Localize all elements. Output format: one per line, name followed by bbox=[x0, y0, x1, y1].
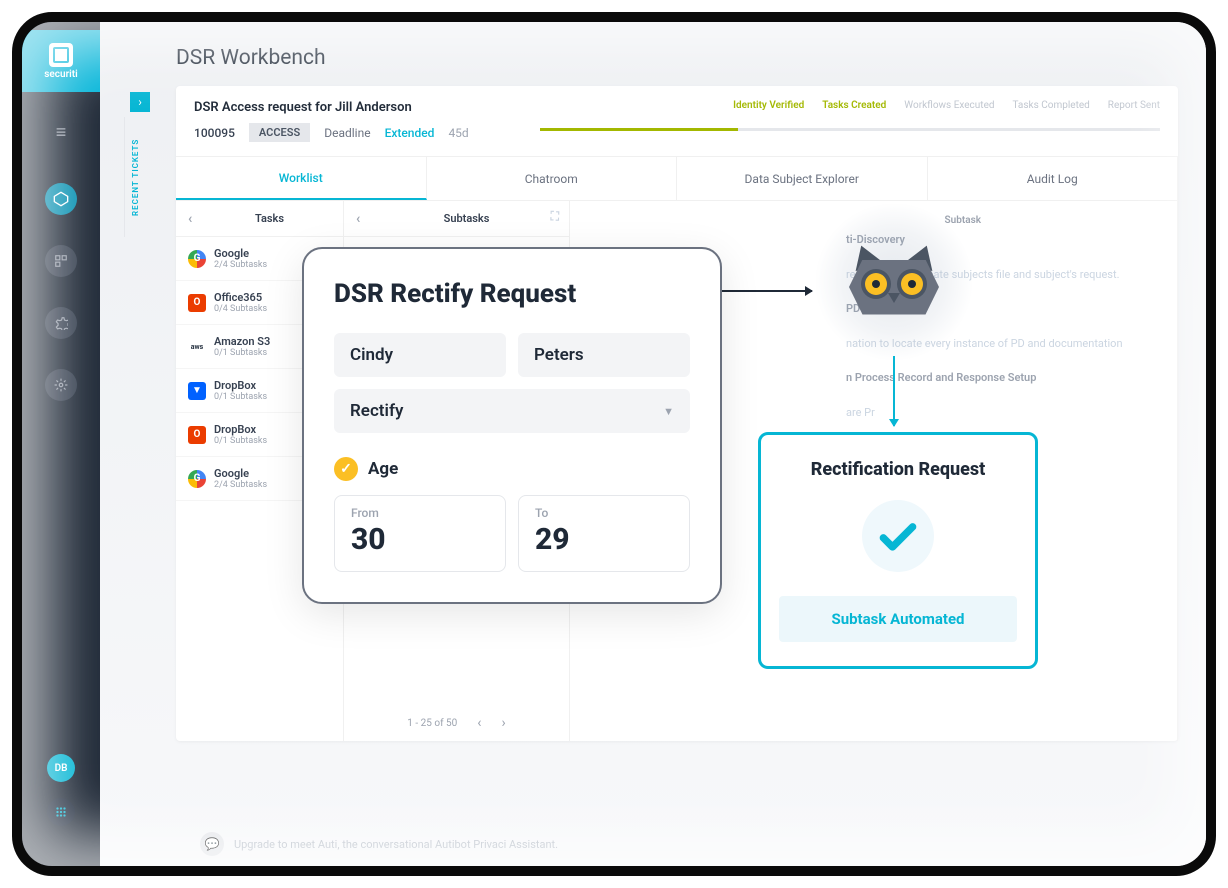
rectification-title: Rectification Request bbox=[779, 459, 1017, 480]
chevron-down-icon: ▼ bbox=[663, 405, 674, 418]
tabs: Worklist Chatroom Data Subject Explorer … bbox=[176, 157, 1178, 201]
sidebar: securiti ≡ DB bbox=[22, 22, 100, 866]
prev-page[interactable]: ‹ bbox=[477, 715, 481, 731]
task-service-icon: ▼ bbox=[188, 382, 206, 400]
modal-title: DSR Rectify Request bbox=[334, 279, 690, 309]
stage-item: Report Sent bbox=[1108, 100, 1160, 111]
nav-item-settings[interactable] bbox=[45, 307, 77, 339]
expand-panel-button[interactable]: › bbox=[130, 92, 150, 112]
nav-item-gear[interactable] bbox=[45, 369, 77, 401]
nav-item-1[interactable] bbox=[45, 183, 77, 215]
to-value-box[interactable]: To 29 bbox=[518, 495, 690, 572]
rectification-card: Rectification Request Subtask Automated bbox=[758, 432, 1038, 669]
attribute-label: Age bbox=[368, 459, 398, 479]
task-service-icon: O bbox=[188, 294, 206, 312]
tasks-header: Tasks bbox=[208, 212, 331, 225]
stage-progress-bar bbox=[540, 128, 1160, 131]
request-id: 100095 bbox=[194, 126, 235, 140]
task-service-icon: G bbox=[188, 470, 206, 488]
apps-icon[interactable] bbox=[47, 798, 75, 826]
task-service-icon: O bbox=[188, 426, 206, 444]
task-service-icon: aws bbox=[188, 338, 206, 356]
upgrade-banner[interactable]: 💬 Upgrade to meet Auti, the conversation… bbox=[200, 832, 558, 856]
chat-icon: 💬 bbox=[200, 832, 224, 856]
stage-item: Workflows Executed bbox=[904, 100, 994, 111]
stage-item: Tasks Completed bbox=[1013, 100, 1090, 111]
from-value-box[interactable]: From 30 bbox=[334, 495, 506, 572]
tab-worklist[interactable]: Worklist bbox=[176, 157, 427, 200]
recent-tickets-label[interactable]: RECENT TICKETS bbox=[124, 117, 140, 237]
subtasks-header: Subtasks bbox=[376, 212, 557, 225]
brand-logo[interactable]: securiti bbox=[22, 30, 100, 92]
action-select[interactable]: Rectify ▼ bbox=[334, 389, 690, 433]
stage-item: Identity Verified bbox=[733, 100, 804, 111]
check-icon: ✓ bbox=[334, 457, 358, 481]
tab-data-subject-explorer[interactable]: Data Subject Explorer bbox=[677, 157, 928, 200]
next-page[interactable]: › bbox=[501, 715, 505, 731]
brand-icon bbox=[49, 43, 73, 67]
pagination: 1 - 25 of 50 ‹ › bbox=[344, 715, 569, 731]
arrow-to-card bbox=[893, 356, 895, 426]
success-check-icon bbox=[862, 500, 934, 572]
brand-text: securiti bbox=[44, 69, 77, 80]
back-icon[interactable]: ‹ bbox=[188, 211, 208, 227]
page-title: DSR Workbench bbox=[176, 46, 1178, 70]
arrow-to-owl bbox=[722, 290, 812, 292]
tab-chatroom[interactable]: Chatroom bbox=[427, 157, 678, 200]
request-title: DSR Access request for Jill Anderson bbox=[194, 100, 469, 115]
expand-icon[interactable]: ⛶ bbox=[551, 209, 559, 224]
stage-item: Tasks Created bbox=[822, 100, 886, 111]
rectify-request-modal: DSR Rectify Request Cindy Peters Rectify… bbox=[302, 247, 722, 604]
owl-mascot bbox=[814, 202, 974, 362]
first-name-field[interactable]: Cindy bbox=[334, 333, 506, 377]
task-service-icon: G bbox=[188, 250, 206, 268]
subtask-automated-button[interactable]: Subtask Automated bbox=[779, 596, 1017, 642]
pagination-text: 1 - 25 of 50 bbox=[407, 718, 457, 729]
stage-tracker: Identity Verified Tasks Created Workflow… bbox=[733, 100, 1160, 111]
request-header: DSR Access request for Jill Anderson 100… bbox=[176, 86, 1178, 157]
user-avatar[interactable]: DB bbox=[47, 754, 75, 782]
tab-audit-log[interactable]: Audit Log bbox=[928, 157, 1179, 200]
deadline-days: 45d bbox=[448, 126, 468, 140]
request-type-badge: ACCESS bbox=[249, 123, 310, 142]
deadline-label: Deadline bbox=[324, 126, 370, 140]
deadline-status: Extended bbox=[385, 126, 435, 140]
nav-item-2[interactable] bbox=[45, 245, 77, 277]
menu-icon[interactable]: ≡ bbox=[56, 122, 67, 143]
last-name-field[interactable]: Peters bbox=[518, 333, 690, 377]
back-icon[interactable]: ‹ bbox=[356, 211, 376, 227]
